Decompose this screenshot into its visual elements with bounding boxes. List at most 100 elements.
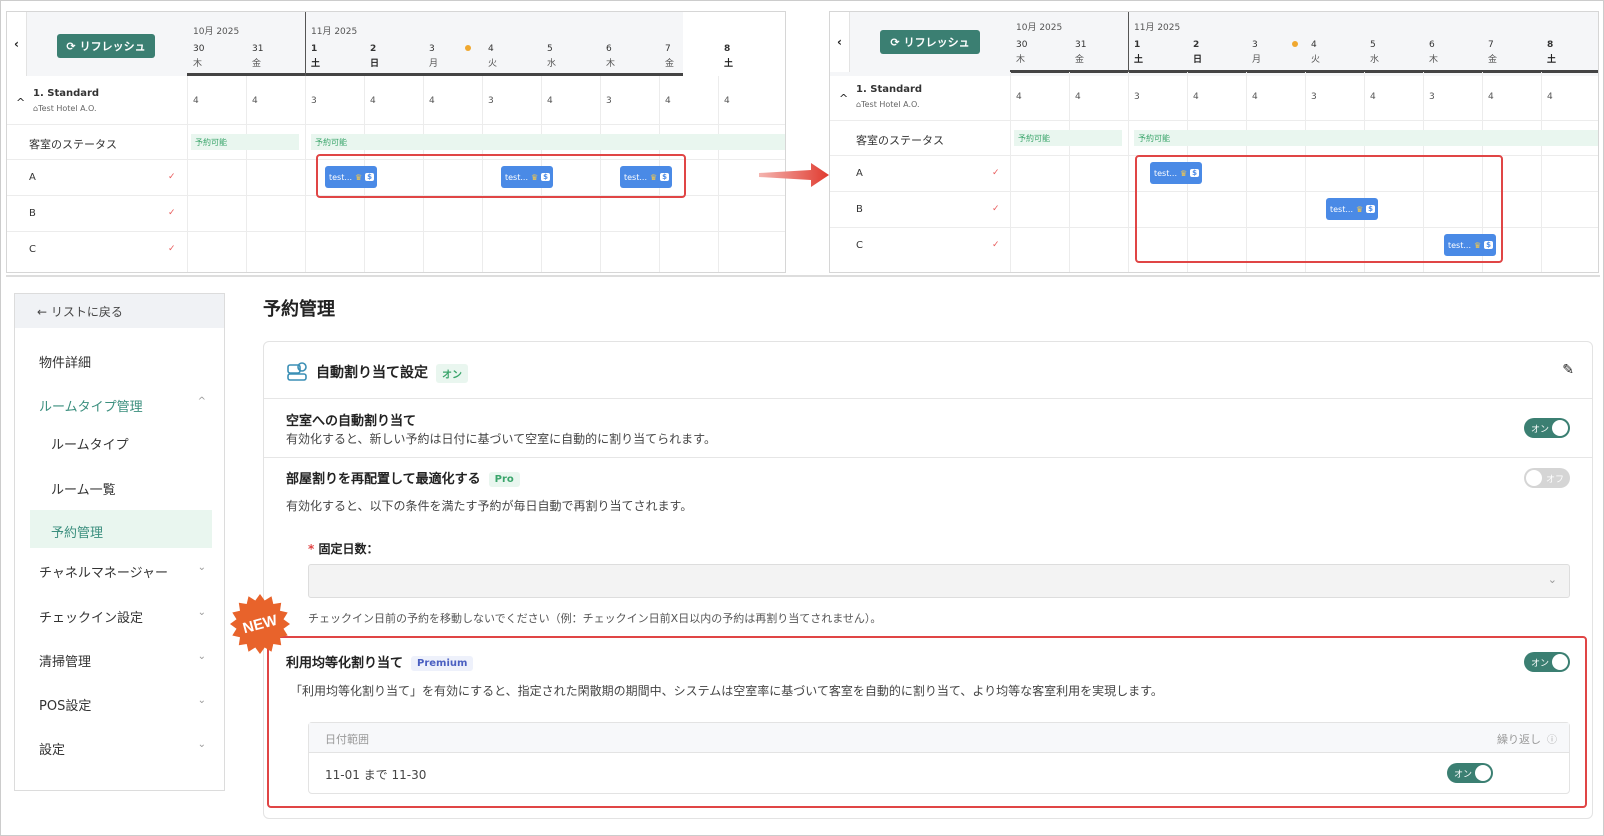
- availability-count: 4: [1075, 92, 1081, 102]
- hotel-label: ⌂Test Hotel A.O.: [856, 100, 920, 109]
- chevron-down-icon: ⌄: [197, 562, 206, 573]
- broom-icon[interactable]: ✓: [992, 240, 1000, 250]
- back-to-list-link[interactable]: ← リストに戻る: [15, 294, 224, 328]
- sidebar-item-property-detail[interactable]: 物件詳細: [39, 352, 91, 371]
- day-number: 6: [1429, 40, 1435, 50]
- edit-icon[interactable]: ✎: [1562, 362, 1574, 378]
- sidebar-item-reservation-mgmt[interactable]: 予約管理: [51, 522, 103, 541]
- auto-assign-toggle[interactable]: オン: [1524, 418, 1570, 438]
- collapse-icon[interactable]: ^: [16, 96, 25, 109]
- broom-icon[interactable]: ✓: [168, 244, 176, 254]
- collapse-icon[interactable]: ^: [839, 92, 848, 105]
- day-number: 3: [1252, 40, 1258, 50]
- day-number: 31: [1075, 40, 1087, 50]
- room-label-b: B: [856, 204, 863, 215]
- pro-badge: Pro: [488, 472, 520, 487]
- availability-count: 3: [1429, 92, 1435, 102]
- hotel-label: ⌂Test Hotel A.O.: [33, 104, 97, 113]
- grid-row-line: [7, 231, 785, 232]
- chevron-down-icon: ⌄: [197, 739, 206, 750]
- reservation-chip[interactable]: test... ♛ $: [620, 166, 672, 188]
- availability-count: 3: [311, 96, 317, 106]
- day-number: 30: [1016, 40, 1028, 50]
- broom-icon[interactable]: ✓: [168, 172, 176, 182]
- availability-count: 4: [370, 96, 376, 106]
- transition-arrow-icon: [759, 163, 829, 187]
- sidebar-item-cleaning[interactable]: 清掃管理: [39, 651, 91, 670]
- chevron-down-icon: ⌄: [197, 695, 206, 706]
- grid-row-line: [7, 124, 785, 125]
- dollar-icon: $: [1190, 169, 1200, 177]
- refresh-icon: ⟳: [66, 39, 76, 53]
- reservation-chip[interactable]: test... ♛ $: [1150, 162, 1202, 184]
- day-name: 月: [429, 59, 439, 69]
- status-available-bar: 予約可能: [191, 134, 299, 150]
- reservation-chip[interactable]: test... ♛ $: [1326, 198, 1378, 220]
- reassign-desc: 有効化すると、以下の条件を満たす予約が毎日自動で再割り当てされます。: [286, 499, 693, 513]
- refresh-button[interactable]: ⟳ リフレッシュ: [57, 34, 155, 58]
- settings-sidebar: ← リストに戻る 物件詳細 ルームタイプ管理 ^ ルームタイプ ルーム一覧 予約…: [14, 293, 225, 791]
- grid-column-line: [1069, 72, 1070, 272]
- divider: [264, 398, 1592, 399]
- prev-arrow-icon[interactable]: ‹: [7, 12, 27, 76]
- sidebar-item-pos[interactable]: POS設定: [39, 695, 91, 714]
- day-name: 火: [1311, 55, 1321, 65]
- day-number: 4: [488, 44, 494, 54]
- availability-count: 3: [488, 96, 494, 106]
- status-row-label: 客室のステータス: [856, 134, 944, 147]
- section-divider: [6, 275, 1600, 277]
- chevron-up-icon: ^: [197, 396, 206, 407]
- day-number: 8: [1547, 40, 1554, 50]
- reservation-chip[interactable]: test... ♛ $: [1444, 234, 1496, 256]
- prev-arrow-icon[interactable]: ‹: [830, 12, 850, 72]
- divider: [264, 457, 1592, 458]
- fixed-days-label: * 固定日数：: [308, 542, 379, 556]
- grid-column-line: [1128, 72, 1129, 272]
- screenshot-frame: ‹ ⟳ リフレッシュ 10月 2025 11月 2025 30 木 31 金 1 土 2 日 3 月…: [0, 0, 1604, 836]
- refresh-icon: ⟳: [890, 35, 900, 49]
- sidebar-item-settings[interactable]: 設定: [39, 739, 65, 758]
- reservation-chip[interactable]: test... ♛ $: [325, 166, 377, 188]
- availability-count: 4: [724, 96, 730, 106]
- auto-assign-title: 空室への自動割り当て: [286, 414, 417, 429]
- sidebar-item-roomtype[interactable]: ルームタイプ: [51, 434, 129, 453]
- dollar-icon: $: [1484, 241, 1494, 249]
- fixed-days-select[interactable]: ⌄: [308, 564, 1570, 598]
- day-number: 30: [193, 44, 205, 54]
- day-name: 金: [1488, 55, 1498, 65]
- broom-icon[interactable]: ✓: [168, 208, 176, 218]
- sidebar-item-checkin[interactable]: チェックイン設定: [39, 607, 143, 626]
- availability-count: 4: [1547, 92, 1553, 102]
- day-number: 31: [252, 44, 264, 54]
- refresh-button[interactable]: ⟳ リフレッシュ: [880, 30, 980, 54]
- month-label: 11月 2025: [311, 27, 358, 37]
- day-number: 2: [370, 44, 377, 54]
- fixed-days-hint: チェックイン日前の予約を移動しないでください（例：チェックイン日前X日以内の予約…: [308, 612, 882, 625]
- grid-column-line: [305, 76, 306, 272]
- day-number: 1: [311, 44, 318, 54]
- broom-icon[interactable]: ✓: [992, 168, 1000, 178]
- today-dot: [465, 45, 471, 51]
- reservation-chip[interactable]: test... ♛ $: [501, 166, 553, 188]
- room-label-c: C: [856, 240, 863, 251]
- day-name: 日: [370, 59, 380, 69]
- sidebar-item-channel-manager[interactable]: チャネルマネージャー: [39, 562, 168, 581]
- day-number: 3: [429, 44, 435, 54]
- broom-icon[interactable]: ✓: [992, 204, 1000, 214]
- availability-count: 4: [547, 96, 553, 106]
- day-name: 木: [1016, 55, 1026, 65]
- room-label-c: C: [29, 244, 36, 255]
- day-name: 木: [606, 59, 616, 69]
- availability-count: 3: [1311, 92, 1317, 102]
- header-underline: [187, 73, 683, 76]
- day-number: 5: [547, 44, 553, 54]
- crown-icon: ♛: [650, 172, 658, 182]
- availability-count: 4: [1488, 92, 1494, 102]
- required-mark: *: [308, 542, 319, 556]
- room-label-b: B: [29, 208, 36, 219]
- reassign-toggle[interactable]: オフ: [1524, 468, 1570, 488]
- availability-count: 4: [1370, 92, 1376, 102]
- sidebar-item-room-list[interactable]: ルーム一覧: [51, 479, 116, 498]
- grid-row-line: [830, 120, 1598, 121]
- sidebar-item-roomtype-mgmt[interactable]: ルームタイプ管理: [39, 396, 143, 415]
